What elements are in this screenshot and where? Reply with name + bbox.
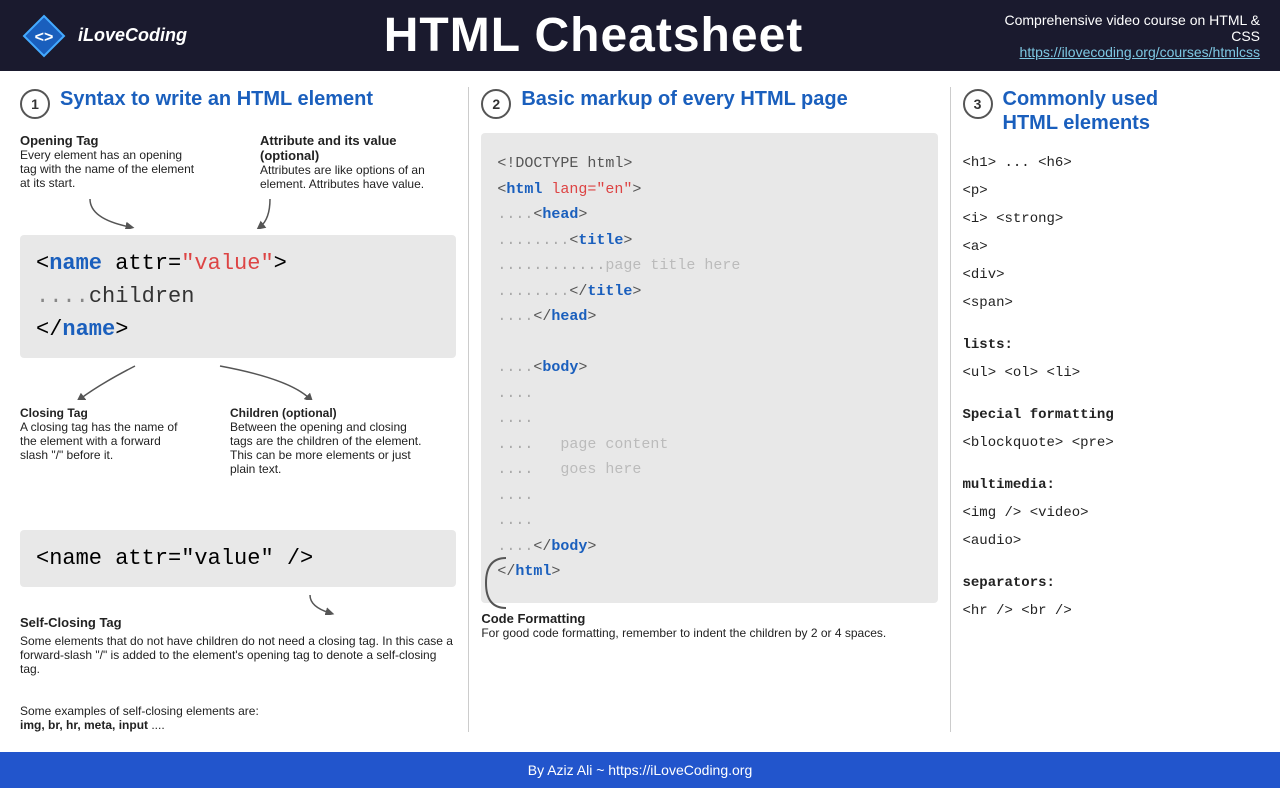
closing-tag-label: Closing Tag [20, 406, 88, 420]
children-annotation: Children (optional) Between the opening … [230, 406, 430, 476]
arrows-top [20, 199, 456, 229]
opening-tag-annotation: Opening Tag Every element has an opening… [20, 133, 200, 191]
code-panel-line-8 [497, 330, 921, 356]
separators-label: separators: [963, 569, 1261, 597]
closing-tag-desc: A closing tag has the name of the elemen… [20, 420, 177, 462]
self-closing-arrow-down [20, 595, 456, 615]
code-panel-line-7: ....</head> [497, 304, 921, 330]
common-item-3: <i> <strong> [963, 205, 1261, 233]
code-panel-line-16: ....</body> [497, 534, 921, 560]
section3-num: 3 [963, 89, 993, 119]
top-arrows-svg [20, 199, 480, 229]
code-box-2: <name attr="value" /> [20, 530, 456, 587]
section3-title: Commonly used HTML elements [1003, 87, 1159, 135]
self-closing-down-svg [20, 595, 480, 615]
section1-heading: 1 Syntax to write an HTML element [20, 87, 456, 119]
self-closing-arrows-top [20, 490, 456, 510]
code-format-note: Code Formatting For good code formatting… [481, 611, 937, 640]
bottom-arrows-svg [20, 364, 480, 400]
common-item-1: <h1> ... <h6> [963, 149, 1261, 177]
opening-tag-desc: Every element has an opening tag with th… [20, 148, 194, 190]
svg-text:<>: <> [35, 29, 54, 46]
logo-icon: <> [20, 12, 68, 60]
section-2: 2 Basic markup of every HTML page <!DOCT… [469, 87, 949, 640]
multimedia-items-2: <audio> [963, 527, 1261, 555]
children-label: Children (optional) [230, 406, 337, 420]
common-item-5: <div> [963, 261, 1261, 289]
attr-annotation: Attribute and its value (optional) Attri… [260, 133, 440, 191]
code-panel-line-6: ........</title> [497, 279, 921, 305]
logo-text: iLoveCoding [78, 25, 187, 46]
multimedia-label: multimedia: [963, 471, 1261, 499]
common-elements-list: <h1> ... <h6> <p> <i> <strong> <a> <div>… [963, 149, 1261, 625]
code-panel-line-15: .... [497, 508, 921, 534]
opening-tag-label: Opening Tag [20, 133, 98, 148]
header-right: Comprehensive video course on HTML & CSS… [1000, 12, 1260, 60]
header-title: HTML Cheatsheet [187, 8, 1000, 63]
code-panel-line-4: ........<title> [497, 228, 921, 254]
code-panel-line-1: <!DOCTYPE html> [497, 151, 921, 177]
section2-heading: 2 Basic markup of every HTML page [481, 87, 937, 119]
code-line-1: <name attr="value"> [36, 247, 440, 280]
special-items: <blockquote> <pre> [963, 429, 1261, 457]
section3-heading: 3 Commonly used HTML elements [963, 87, 1261, 135]
examples-note: Some examples of self-closing elements a… [20, 690, 456, 732]
self-closing-note: Self-Closing Tag Some elements that do n… [20, 615, 456, 676]
footer: By Aziz Ali ~ https://iLoveCoding.org [0, 752, 1280, 788]
code-panel-line-11: .... [497, 406, 921, 432]
section1-title: Syntax to write an HTML element [60, 87, 373, 111]
code-box-1: <name attr="value"> ....children </name> [20, 235, 456, 358]
logo-area: <> iLoveCoding [20, 12, 187, 60]
code-panel-line-9: ....<body> [497, 355, 921, 381]
bottom-annotations: Closing Tag A closing tag has the name o… [20, 406, 456, 476]
common-item-4: <a> [963, 233, 1261, 261]
code-format-desc: For good code formatting, remember to in… [481, 626, 886, 640]
common-item-6: <span> [963, 289, 1261, 317]
code-panel-line-17: </html> [497, 559, 921, 585]
section-3: 3 Commonly used HTML elements <h1> ... <… [951, 87, 1261, 625]
section2-num: 2 [481, 89, 511, 119]
examples-intro: Some examples of self-closing elements a… [20, 704, 259, 718]
closing-tag-annotation: Closing Tag A closing tag has the name o… [20, 406, 180, 476]
common-item-2: <p> [963, 177, 1261, 205]
course-label: Comprehensive video course on HTML & CSS [1000, 12, 1260, 44]
section2-title: Basic markup of every HTML page [521, 87, 847, 111]
header: <> iLoveCoding HTML Cheatsheet Comprehen… [0, 0, 1280, 71]
self-closing-desc: Some elements that do not have children … [20, 634, 453, 676]
code-panel: <!DOCTYPE html> <html lang="en"> ....<he… [481, 133, 937, 603]
section-1: 1 Syntax to write an HTML element Openin… [20, 87, 468, 732]
code-line-2: ....children [36, 280, 440, 313]
arrows-bottom [20, 364, 456, 400]
examples-ellipsis: .... [148, 718, 165, 732]
code-panel-line-14: .... [497, 483, 921, 509]
attr-label: Attribute and its value (optional) [260, 133, 397, 163]
code-panel-line-12: .... page content [497, 432, 921, 458]
self-closing-arrow-svg [20, 490, 480, 510]
main-content: 1 Syntax to write an HTML element Openin… [0, 71, 1280, 732]
code-format-label: Code Formatting [481, 611, 585, 626]
course-link[interactable]: https://ilovecoding.org/courses/htmlcss [1020, 44, 1260, 60]
footer-text: By Aziz Ali ~ https://iLoveCoding.org [528, 762, 753, 778]
code-panel-line-10: .... [497, 381, 921, 407]
code-panel-line-5: ............page title here [497, 253, 921, 279]
lists-items: <ul> <ol> <li> [963, 359, 1261, 387]
code-panel-line-13: .... goes here [497, 457, 921, 483]
attr-desc: Attributes are like options of an elemen… [260, 163, 425, 191]
separators-items: <hr /> <br /> [963, 597, 1261, 625]
special-label: Special formatting [963, 401, 1261, 429]
lists-label: lists: [963, 331, 1261, 359]
children-desc: Between the opening and closing tags are… [230, 420, 421, 476]
bracket-svg [481, 553, 511, 613]
examples-list: img, br, hr, meta, input [20, 718, 148, 732]
code-line-3: </name> [36, 313, 440, 346]
self-closing-label: Self-Closing Tag [20, 615, 456, 630]
top-annotations: Opening Tag Every element has an opening… [20, 133, 456, 191]
code-panel-line-2: <html lang="en"> [497, 177, 921, 203]
multimedia-items-1: <img /> <video> [963, 499, 1261, 527]
code-panel-line-3: ....<head> [497, 202, 921, 228]
section1-num: 1 [20, 89, 50, 119]
